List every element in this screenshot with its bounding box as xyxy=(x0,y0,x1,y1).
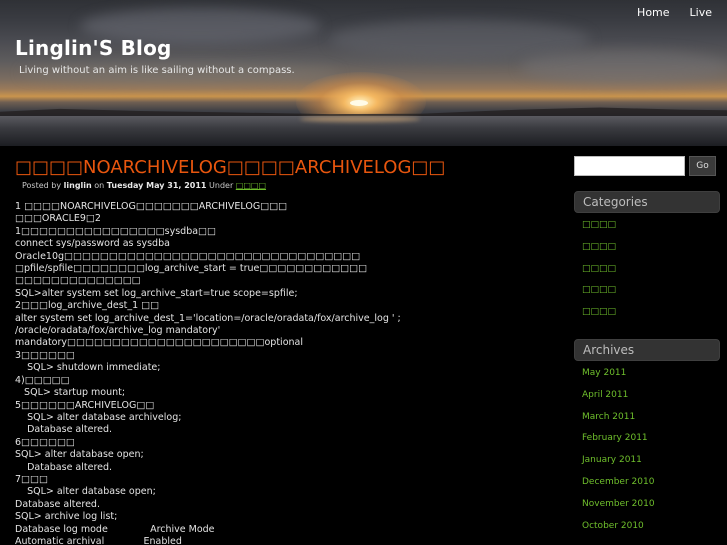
archive-link[interactable]: February 2011 xyxy=(582,433,648,443)
post-body-line: Automatic archival Enabled xyxy=(15,535,182,545)
post-body-line: SQL> shutdown immediate; xyxy=(15,362,161,374)
post-body-line: 1 □□□□NOARCHIVELOG□□□□□□□ARCHIVELOG□□□ xyxy=(15,201,288,212)
site-title[interactable]: Linglin'S Blog xyxy=(15,36,172,60)
archive-item: January 2011 xyxy=(582,450,720,472)
post-body-line: 6□□□□□□ xyxy=(15,436,75,448)
category-item: □□□□ xyxy=(582,280,720,302)
archive-link[interactable]: April 2011 xyxy=(582,390,628,400)
category-item: □□□□ xyxy=(582,302,720,324)
category-link[interactable]: □□□□ xyxy=(582,285,616,295)
sidebar: Go Categories □□□□ □□□□ □□□□ □□□□ □□□□ Archi… xyxy=(574,156,720,537)
archive-link[interactable]: March 2011 xyxy=(582,412,635,422)
categories-list: □□□□ □□□□ □□□□ □□□□ □□□□ xyxy=(574,215,720,324)
archive-item: May 2011 xyxy=(582,363,720,385)
post-body-line: mandatory□□□□□□□□□□□□□□□□□□□□□□optional xyxy=(15,337,303,349)
categories-heading: Categories xyxy=(574,191,720,213)
post-body-line: □□□□□□□□□□□□□□ xyxy=(15,275,141,287)
on-label: on xyxy=(94,181,105,190)
category-link[interactable]: □□□□ xyxy=(582,220,616,230)
post-body-line: SQL> archive log list; xyxy=(15,511,118,523)
post-body-line: /oracle/oradata/fox/archive_log mandator… xyxy=(15,325,221,337)
archive-link[interactable]: May 2011 xyxy=(582,368,626,378)
post-body-line: 7□□□ xyxy=(15,473,48,485)
sun xyxy=(350,100,368,106)
search-form: Go xyxy=(574,156,720,176)
post-meta: Posted by linglin on Tuesday May 31, 201… xyxy=(22,180,550,192)
post-body-line: □pfile/spfile□□□□□□□□log_archive_start =… xyxy=(15,263,368,275)
under-label: Under xyxy=(209,181,234,190)
archive-item: February 2011 xyxy=(582,428,720,450)
category-link[interactable]: □□□□ xyxy=(582,242,616,252)
post-author: linglin xyxy=(63,181,92,190)
archive-link[interactable]: December 2010 xyxy=(582,477,654,487)
post-body-line: SQL> alter database open; xyxy=(15,449,144,461)
post-body-line: 2□□□log_archive_dest_1 □□ xyxy=(15,300,160,312)
archive-item: November 2010 xyxy=(582,494,720,516)
post-body-line: SQL> alter database open; xyxy=(15,486,156,498)
post-date: Tuesday May 31, 2011 xyxy=(106,181,207,190)
archive-link[interactable]: October 2010 xyxy=(582,521,644,531)
nav-live-link[interactable]: Live xyxy=(690,6,712,19)
post-body-line: Database altered. xyxy=(15,461,113,473)
archives-list: May 2011 April 2011 March 2011 February 201… xyxy=(574,363,720,537)
archive-item: March 2011 xyxy=(582,407,720,429)
post-body-line: 3□□□□□□ xyxy=(15,349,75,361)
archive-item: December 2010 xyxy=(582,472,720,494)
category-link[interactable]: □□□□ xyxy=(582,307,616,317)
category-item: □□□□ xyxy=(582,215,720,237)
post-body-line: alter system set log_archive_dest_1='loc… xyxy=(15,312,401,324)
post-body-line: □□□ORACLE9□2 xyxy=(15,213,101,225)
post-body-line: 5□□□□□□ARCHIVELOG□□ xyxy=(15,399,155,411)
archive-link[interactable]: November 2010 xyxy=(582,499,655,509)
category-item: □□□□ xyxy=(582,237,720,259)
archives-heading: Archives xyxy=(574,338,720,361)
category-link[interactable]: □□□□ xyxy=(582,264,616,274)
post-body-line: SQL>alter system set log_archive_start=t… xyxy=(15,287,298,299)
post-body-line: Database altered. xyxy=(15,498,100,510)
archive-item: April 2011 xyxy=(582,385,720,407)
post-body-line: Database altered. xyxy=(15,424,113,436)
nav-home-link[interactable]: Home xyxy=(637,6,669,19)
posted-by-label: Posted by xyxy=(22,181,62,190)
post-body-line: 4)□□□□□ xyxy=(15,374,70,386)
sun-reflection xyxy=(300,116,420,122)
post-body-line: connect sys/password as sysdba xyxy=(15,238,170,250)
site-tagline: Living without an aim is like sailing wi… xyxy=(19,65,295,76)
post-body-line: 1□□□□□□□□□□□□□□□□sysdba□□ xyxy=(15,225,217,237)
top-nav: Home Live xyxy=(617,6,712,19)
post-body-line: SQL> alter database archivelog; xyxy=(15,411,182,423)
main-content: □□□□NOARCHIVELOG□□□□ARCHIVELOG□□ Posted … xyxy=(15,156,550,545)
archive-link[interactable]: January 2011 xyxy=(582,455,642,465)
archive-item: October 2010 xyxy=(582,516,720,538)
post-category-link[interactable]: □□□□ xyxy=(236,181,266,190)
post-body: 1 □□□□NOARCHIVELOG□□□□□□□ARCHIVELOG□□□ □□… xyxy=(15,201,550,545)
search-input[interactable] xyxy=(574,156,685,176)
post-title-link[interactable]: □□□□NOARCHIVELOG□□□□ARCHIVELOG□□ xyxy=(15,156,550,180)
header-cloud xyxy=(520,50,727,84)
category-item: □□□□ xyxy=(582,259,720,281)
post-body-line: SQL> startup mount; xyxy=(15,387,126,399)
post-body-line: Database log mode Archive Mode xyxy=(15,523,215,535)
post-body-line: Oracle10g□□□□□□□□□□□□□□□□□□□□□□□□□□□□□□□… xyxy=(15,250,361,262)
site-header: Home Live Linglin'S Blog Living without … xyxy=(0,0,727,146)
search-go-button[interactable]: Go xyxy=(689,156,716,176)
